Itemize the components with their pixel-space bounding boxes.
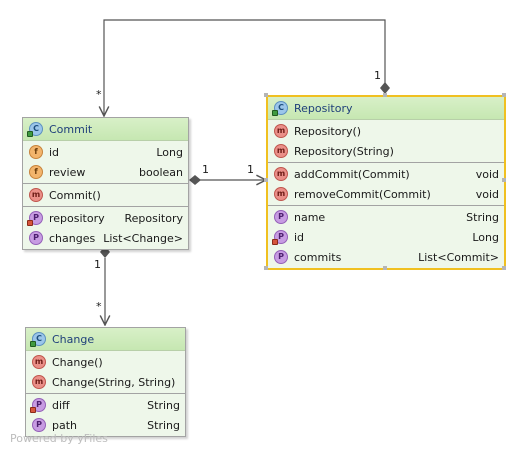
powered-by-watermark: Powered by yFiles [10, 432, 108, 445]
multiplicity-commit-repo-source: 1 [202, 163, 209, 176]
method-icon: m [274, 124, 288, 138]
composition-diamond-commit-right [189, 175, 201, 185]
method-icon: m [274, 167, 288, 181]
resize-handle-left[interactable] [264, 178, 268, 182]
method-icon: m [32, 355, 46, 369]
property-icon: P [272, 230, 288, 245]
class-name-change: Change [52, 332, 95, 346]
method-icon: m [29, 188, 43, 202]
property-row[interactable]: P name String [268, 207, 504, 227]
field-icon: f [29, 145, 43, 159]
property-row[interactable]: P changes List<Change> [23, 228, 188, 248]
class-node-repository[interactable]: C Repository m Repository() m Repository… [266, 95, 506, 270]
constructor-row[interactable]: m Change(String, String) [26, 372, 185, 392]
class-icon: C [30, 332, 46, 347]
class-name-repository: Repository [294, 101, 353, 115]
properties-section: P name String P id Long P commits List<C… [268, 206, 504, 268]
property-row[interactable]: P commits List<Commit> [268, 247, 504, 267]
method-row[interactable]: m addCommit(Commit) void [268, 164, 504, 184]
class-header-repository[interactable]: C Repository [268, 97, 504, 120]
field-icon: f [29, 165, 43, 179]
field-row[interactable]: f review boolean [23, 162, 188, 182]
methods-section: m addCommit(Commit) void m removeCommit(… [268, 163, 504, 206]
property-icon: P [274, 210, 288, 224]
constructor-row[interactable]: m Change() [26, 352, 185, 372]
method-icon: m [32, 375, 46, 389]
property-icon: P [274, 250, 288, 264]
class-header-commit[interactable]: C Commit [23, 118, 188, 141]
resize-handle-right[interactable] [502, 178, 506, 182]
fields-section: f id Long f review boolean [23, 141, 188, 184]
property-row[interactable]: P id Long [268, 227, 504, 247]
class-icon: C [27, 122, 43, 137]
properties-section: P diff String P path String [26, 394, 185, 436]
resize-handle-top-left[interactable] [264, 93, 268, 97]
resize-handle-bottom-left[interactable] [264, 266, 268, 270]
multiplicity-commit-top: * [96, 88, 102, 101]
property-row[interactable]: P diff String [26, 395, 185, 415]
property-icon: P [32, 418, 46, 432]
field-row[interactable]: f id Long [23, 142, 188, 162]
resize-handle-top[interactable] [383, 93, 387, 97]
method-row[interactable]: m Commit() [23, 185, 188, 205]
methods-section: m Commit() [23, 184, 188, 207]
property-icon: P [30, 398, 46, 413]
class-node-commit[interactable]: C Commit f id Long f review boolean m Co… [22, 117, 189, 250]
constructor-row[interactable]: m Repository(String) [268, 141, 504, 161]
method-icon: m [274, 144, 288, 158]
multiplicity-repository-top: 1 [374, 69, 381, 82]
properties-section: P repository Repository P changes List<C… [23, 207, 188, 249]
property-row[interactable]: P repository Repository [23, 208, 188, 228]
resize-handle-bottom-right[interactable] [502, 266, 506, 270]
multiplicity-change-top: * [96, 300, 102, 313]
multiplicity-commit-repo-target: 1 [247, 163, 254, 176]
resize-handle-top-right[interactable] [502, 93, 506, 97]
class-icon: C [272, 101, 288, 116]
method-icon: m [274, 187, 288, 201]
class-node-change[interactable]: C Change m Change() m Change(String, Str… [25, 327, 186, 437]
constructor-row[interactable]: m Repository() [268, 121, 504, 141]
multiplicity-commit-bottom: 1 [94, 258, 101, 271]
property-icon: P [29, 231, 43, 245]
constructors-section: m Repository() m Repository(String) [268, 120, 504, 163]
class-header-change[interactable]: C Change [26, 328, 185, 351]
resize-handle-bottom[interactable] [383, 266, 387, 270]
constructors-section: m Change() m Change(String, String) [26, 351, 185, 394]
property-icon: P [27, 211, 43, 226]
method-row[interactable]: m removeCommit(Commit) void [268, 184, 504, 204]
class-name-commit: Commit [49, 122, 93, 136]
